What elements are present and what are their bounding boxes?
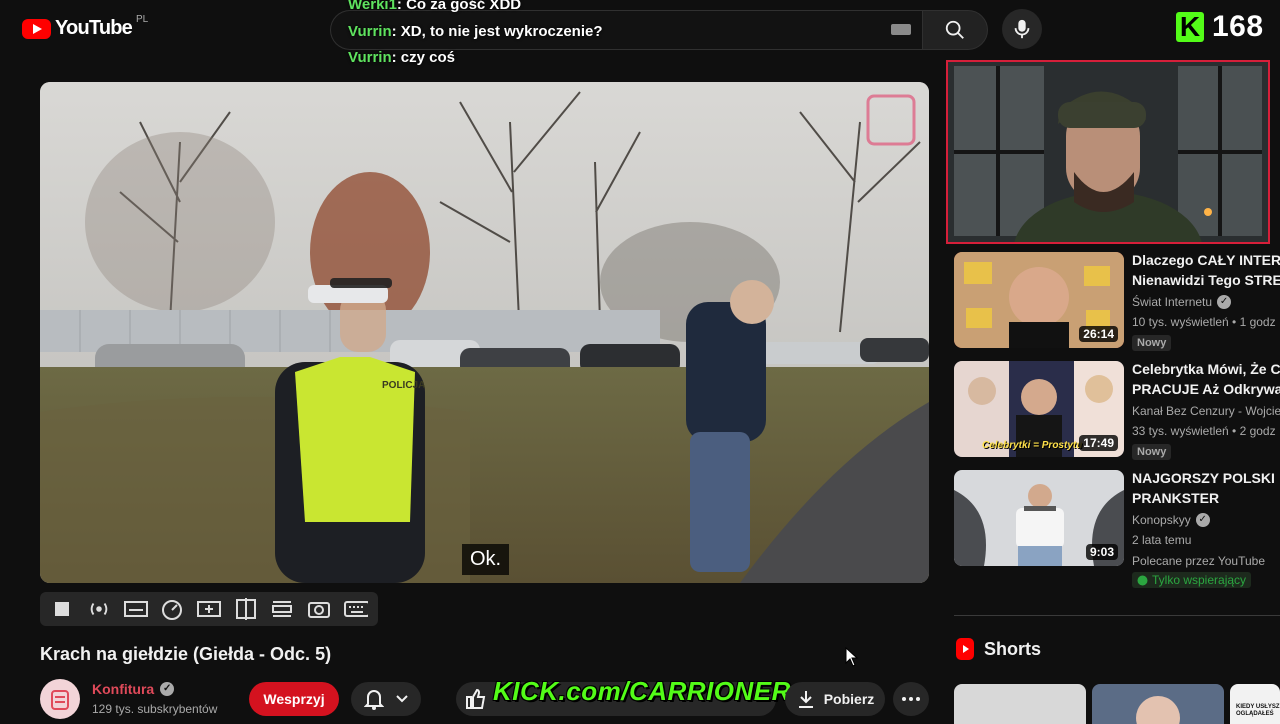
keyboard-shortcuts-icon[interactable] <box>343 597 368 621</box>
verified-icon: ✓ <box>1217 295 1232 309</box>
kick-logo-icon: K <box>1176 12 1204 42</box>
add-clip-icon[interactable] <box>196 597 221 621</box>
thumbnail-image <box>1136 696 1180 724</box>
thumbnail-text: KIEDY USŁYSZ OGLĄDAŁEŚ <box>1236 704 1280 717</box>
channel-name[interactable]: Konfitura ✓ <box>92 681 175 697</box>
video-thumbnail[interactable]: 9:03 <box>954 470 1124 566</box>
new-badge: Nowy <box>1132 335 1172 351</box>
verified-icon: ✓ <box>1195 513 1210 527</box>
recommended-video[interactable]: 9:03 NAJGORSZY POLSKI PRANKSTER Konopsky… <box>954 468 1280 588</box>
download-button[interactable]: Pobierz <box>785 682 885 716</box>
voice-search-button[interactable] <box>1002 9 1042 49</box>
video-meta: 10 tys. wyświetleń • 1 godz <box>1132 315 1276 329</box>
video-meta: 33 tys. wyświetleń • 2 godz <box>1132 424 1276 438</box>
more-actions-button[interactable] <box>893 682 929 716</box>
video-thumbnail[interactable]: Celebrytki = Prostytu 17:49 <box>954 361 1124 457</box>
recommended-video[interactable]: Celebrytki = Prostytu 17:49 Celebrytka M… <box>954 361 1280 461</box>
chat-username: Werki1 <box>348 0 397 13</box>
stop-icon[interactable] <box>50 597 74 621</box>
region-code: PL <box>135 14 149 25</box>
video-title-line[interactable]: Celebrytka Mówi, Że CI <box>1132 359 1280 379</box>
video-duration: 26:14 <box>1079 326 1118 342</box>
shorts-header: Shorts <box>956 638 1041 660</box>
speed-icon[interactable] <box>160 597 184 621</box>
video-caption: Ok. <box>462 544 510 575</box>
video-title-line[interactable]: Nienawidzi Tego STREA <box>1132 270 1280 290</box>
keyboard-icon[interactable] <box>891 24 911 35</box>
short-thumbnail[interactable] <box>954 684 1086 724</box>
video-meta: 2 lata temu <box>1132 533 1192 547</box>
chat-message: Werki1: Co za gość XDD <box>348 0 603 18</box>
webcam-frame <box>948 62 1268 242</box>
vest-text: POLICJA <box>382 380 425 391</box>
video-frame: POLICJA <box>40 82 929 583</box>
search-button[interactable] <box>922 10 988 50</box>
chat-message: Vurrin: XD, to nie jest wykroczenie? <box>348 19 603 45</box>
jar-icon <box>51 690 69 710</box>
shorts-label: Shorts <box>984 638 1042 659</box>
channel-name[interactable]: Kanał Bez Cenzury - Wojciech <box>1132 404 1280 418</box>
members-icon <box>1137 575 1148 585</box>
recommended-video[interactable]: 26:14 Dlaczego CAŁY INTERN Nienawidzi Te… <box>954 252 1280 352</box>
mic-icon <box>1014 19 1030 39</box>
download-label: Pobierz <box>823 691 875 707</box>
members-only-badge: Tylko wspierający <box>1132 572 1252 588</box>
video-thumbnail[interactable]: 26:14 <box>954 252 1124 348</box>
chat-text: : czy coś <box>391 49 455 66</box>
video-title: Krach na giełdzie (Giełda - Odc. 5) <box>40 644 332 664</box>
chat-username: Vurrin <box>348 23 392 40</box>
chat-text: : XD, to nie jest wykroczenie? <box>391 23 603 40</box>
support-button[interactable]: Wesprzyj <box>249 682 339 716</box>
video-title-line[interactable]: PRANKSTER <box>1132 488 1280 508</box>
channel-name-text[interactable]: Konfitura <box>92 681 154 697</box>
verified-icon: ✓ <box>160 682 175 696</box>
viewer-count: 168 <box>1212 10 1264 43</box>
video-duration: 17:49 <box>1079 435 1118 451</box>
like-icon[interactable] <box>464 687 488 711</box>
download-icon <box>798 691 813 708</box>
split-view-icon[interactable] <box>234 597 258 621</box>
channel-avatar[interactable] <box>40 679 80 719</box>
section-divider <box>954 615 1280 616</box>
thumbnail-text: Celebrytki = Prostytu <box>982 440 1083 451</box>
video-title-line[interactable]: NAJGORSZY POLSKI <box>1132 468 1280 488</box>
subtitles-icon[interactable] <box>123 597 148 621</box>
chat-text: : Co za gość XDD <box>396 0 522 13</box>
broadcast-icon[interactable] <box>87 597 111 621</box>
short-thumbnail[interactable] <box>1092 684 1224 724</box>
video-player[interactable]: POLICJA <box>40 82 929 583</box>
new-badge: Nowy <box>1132 444 1172 460</box>
streamer-webcam <box>946 60 1270 244</box>
stream-chat-overlay: Werki1: Co za gość XDD Vurrin: XD, to ni… <box>348 0 603 71</box>
short-thumbnail[interactable]: KIEDY USŁYSZ OGLĄDAŁEŚ <box>1230 684 1280 724</box>
theater-mode-icon[interactable] <box>270 597 294 621</box>
screenshot-icon[interactable] <box>307 597 331 621</box>
kick-viewer-count: K 168 <box>1176 10 1264 44</box>
player-controls-bar <box>40 592 378 626</box>
chevron-down-icon <box>396 695 408 703</box>
more-horizontal-icon <box>902 697 920 701</box>
bell-icon <box>364 690 384 710</box>
search-icon <box>945 20 964 39</box>
chat-message: Vurrin: czy coś <box>348 45 603 71</box>
channel-name[interactable]: Świat Internetu ✓ <box>1132 295 1232 309</box>
channel-name[interactable]: Konopskyy ✓ <box>1132 513 1210 527</box>
chat-username: Vurrin <box>348 49 392 66</box>
mouse-cursor-icon <box>845 647 859 667</box>
youtube-play-icon <box>22 18 51 39</box>
subscriber-count: 129 tys. subskrybentów <box>92 702 218 716</box>
video-title-line[interactable]: Dlaczego CAŁY INTERN <box>1132 250 1280 270</box>
video-duration: 9:03 <box>1085 544 1118 560</box>
youtube-logo[interactable]: YouTube PL <box>22 14 149 40</box>
video-title-line[interactable]: PRACUJE Aż Odkrywas <box>1132 379 1280 399</box>
promoted-label: Polecane przez YouTube <box>1132 554 1265 568</box>
shorts-icon <box>956 638 974 660</box>
kick-url-overlay: KICK.com/CARRIONER <box>493 676 791 706</box>
notifications-button[interactable] <box>351 682 421 716</box>
logo-text: YouTube <box>55 17 133 39</box>
